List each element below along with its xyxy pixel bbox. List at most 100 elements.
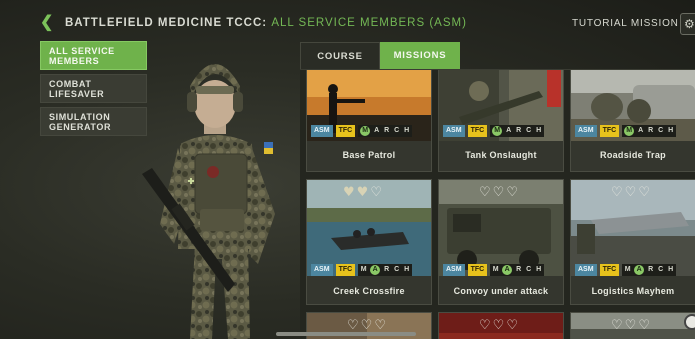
- march-r: R: [384, 127, 390, 134]
- mission-tags: ASM TFC M A R C H: [575, 125, 677, 137]
- march-h: H: [668, 127, 674, 134]
- back-arrow-icon[interactable]: ❮: [40, 14, 56, 32]
- settings-icon[interactable]: ⚙: [680, 13, 695, 35]
- heart-outline-icon: ♡: [347, 318, 359, 333]
- asm-tag: ASM: [311, 264, 333, 276]
- mission-card[interactable]: ♡ ♡ ♡ ASM TFC M A R C H Logistics Mayhem: [570, 179, 695, 305]
- title-crumb: BATTLEFIELD MEDICINE TCCC:: [65, 17, 268, 29]
- mission-tags: ASM TFC M A R C H: [575, 264, 677, 276]
- tfc-tag: TFC: [599, 125, 620, 137]
- mission-name: Roadside Trap: [600, 150, 666, 160]
- asm-tag: ASM: [443, 264, 465, 276]
- march-h: H: [404, 266, 410, 273]
- asm-tag: ASM: [311, 125, 333, 137]
- march-progress: M A R C H: [490, 264, 545, 276]
- heart-outline-icon: ♡: [611, 185, 623, 200]
- heart-outline-icon: ♡: [374, 318, 386, 333]
- heart-full-icon: ♥: [356, 185, 369, 200]
- asm-tag: ASM: [575, 264, 597, 276]
- mission-name: Tank Onslaught: [465, 150, 537, 160]
- tfc-tag: TFC: [467, 125, 488, 137]
- mission-card[interactable]: ♡ ♡ ♡: [438, 312, 564, 339]
- mission-rating: ♡ ♡ ♡: [611, 186, 650, 199]
- march-h: H: [536, 266, 542, 273]
- menu-item-combat-lifesaver[interactable]: COMBAT LIFESAVER: [40, 74, 147, 103]
- tfc-tag: TFC: [599, 264, 620, 276]
- march-r: R: [384, 266, 390, 273]
- heart-outline-icon: ♡: [370, 185, 382, 200]
- heart-full-icon: ♥: [343, 185, 355, 200]
- march-progress: M A R C H: [358, 264, 413, 276]
- heart-outline-icon: ♡: [492, 185, 505, 200]
- tfc-tag: TFC: [335, 264, 356, 276]
- heart-outline-icon: ♡: [506, 318, 518, 333]
- mission-name: Base Patrol: [342, 150, 396, 160]
- tab-bar: COURSE MISSIONS: [300, 42, 695, 69]
- heart-outline-icon: ♡: [506, 185, 518, 200]
- march-r: R: [648, 266, 654, 273]
- mission-card[interactable]: ♥ ♥ ♡ ASM TFC M A R C H Creek Crossfire: [306, 179, 432, 305]
- march-a: A: [634, 265, 645, 275]
- march-m: M: [492, 266, 499, 273]
- page-title: BATTLEFIELD MEDICINE TCCC: ALL SERVICE M…: [65, 17, 467, 29]
- mission-name: Logistics Mayhem: [591, 286, 675, 296]
- march-r: R: [516, 127, 522, 134]
- mission-card[interactable]: ASM TFC M A R C H Tank Onslaught: [438, 70, 564, 172]
- mission-name: Convoy under attack: [453, 286, 549, 296]
- mission-tags: ASM TFC M A R C H: [443, 264, 545, 276]
- title-current: ALL SERVICE MEMBERS (ASM): [271, 17, 467, 29]
- mission-grid: ASM TFC M A R C H Base Patrol ASM TFC M …: [300, 69, 695, 339]
- mission-card[interactable]: ASM TFC M A R C H Base Patrol: [306, 70, 432, 172]
- tab-course[interactable]: COURSE: [300, 42, 380, 69]
- march-r: R: [648, 127, 654, 134]
- tfc-tag: TFC: [335, 125, 356, 137]
- app-screen: ❮ BATTLEFIELD MEDICINE TCCC: ALL SERVICE…: [0, 0, 695, 339]
- heart-outline-icon: ♡: [479, 318, 491, 333]
- march-a: A: [374, 127, 380, 134]
- march-c: C: [658, 127, 664, 134]
- heart-outline-icon: ♡: [360, 318, 373, 333]
- mission-rating: ♥ ♥ ♡: [343, 186, 382, 199]
- heart-outline-icon: ♡: [638, 318, 650, 333]
- march-m: M: [360, 266, 367, 273]
- tab-missions[interactable]: MISSIONS: [380, 42, 460, 69]
- heart-outline-icon: ♡: [624, 318, 637, 333]
- mission-rating: ♡ ♡ ♡: [479, 186, 518, 199]
- tutorial-mission-button[interactable]: TUTORIAL MISSION: [572, 18, 679, 29]
- mission-tags: ASM TFC M A R C H: [311, 264, 413, 276]
- march-m: M: [624, 126, 635, 136]
- heart-outline-icon: ♡: [624, 185, 637, 200]
- march-progress: M A R C H: [490, 125, 545, 137]
- mission-rating: ♡ ♡ ♡: [611, 319, 650, 332]
- march-a: A: [370, 265, 381, 275]
- heart-outline-icon: ♡: [479, 185, 491, 200]
- menu-item-simulation-generator[interactable]: SIMULATION GENERATOR: [40, 107, 147, 136]
- march-c: C: [526, 127, 532, 134]
- march-c: C: [658, 266, 664, 273]
- menu-item-all-service-members[interactable]: ALL SERVICE MEMBERS: [40, 41, 147, 70]
- tfc-tag: TFC: [467, 264, 488, 276]
- soldier-avatar: [142, 64, 275, 339]
- mission-card[interactable]: ♡ ♡ ♡ ASM TFC M A R C H Convoy under att…: [438, 179, 564, 305]
- mission-rating: ♡ ♡ ♡: [479, 319, 518, 332]
- march-r: R: [516, 266, 522, 273]
- lock-icon: [684, 314, 695, 330]
- march-c: C: [526, 266, 532, 273]
- mission-tags: ASM TFC M A R C H: [443, 125, 545, 137]
- march-c: C: [394, 127, 400, 134]
- mission-rating: ♡ ♡ ♡: [347, 319, 386, 332]
- march-a: A: [502, 265, 513, 275]
- category-menu: ALL SERVICE MEMBERS COMBAT LIFESAVER SIM…: [40, 41, 147, 140]
- march-m: M: [624, 266, 631, 273]
- march-a: A: [638, 127, 644, 134]
- march-h: H: [668, 266, 674, 273]
- mission-card[interactable]: ASM TFC M A R C H Roadside Trap: [570, 70, 695, 172]
- header: ❮ BATTLEFIELD MEDICINE TCCC: ALL SERVICE…: [0, 0, 695, 44]
- heart-outline-icon: ♡: [638, 185, 650, 200]
- march-progress: M A R C H: [358, 125, 413, 137]
- heart-outline-icon: ♡: [611, 318, 623, 333]
- march-m: M: [360, 126, 371, 136]
- mission-card[interactable]: ♡ ♡ ♡: [570, 312, 695, 339]
- scroll-indicator[interactable]: [276, 332, 416, 336]
- march-a: A: [506, 127, 512, 134]
